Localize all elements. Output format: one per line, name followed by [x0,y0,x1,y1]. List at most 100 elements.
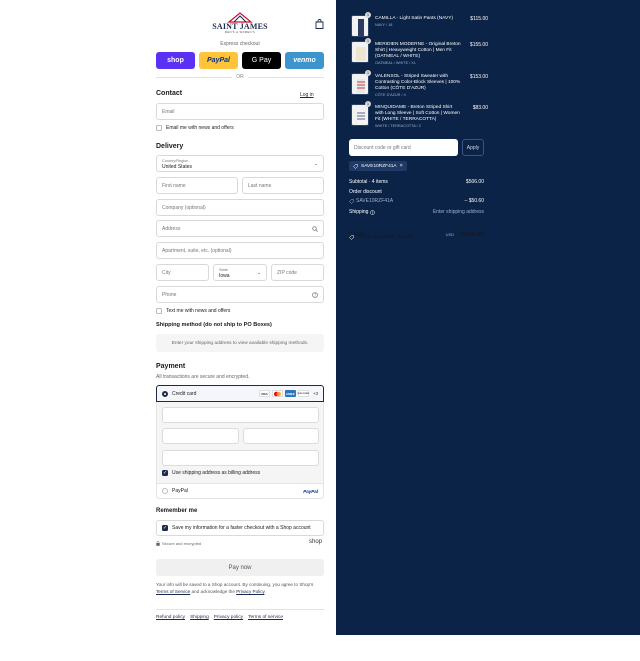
login-link[interactable]: Log in [300,92,314,98]
card-number-field[interactable] [162,407,319,423]
discount-code-row: SAVE10RZF41A – $50.60 [349,198,484,204]
product-price: $153.00 [469,74,488,80]
mastercard-icon [271,390,283,397]
more-cards-count: +3 [312,391,318,396]
address-field[interactable]: Address [156,220,324,237]
terms-link[interactable]: Terms of Service [156,589,190,594]
apply-discount-button[interactable]: Apply [462,139,484,156]
product-thumbnail [351,73,369,95]
quantity-badge: 1 [365,12,371,18]
legal-text: Your info will be saved to a Shop accoun… [156,582,314,594]
product-thumbnail [351,104,369,126]
shopping-bag-icon[interactable] [315,19,324,29]
tag-icon [349,198,354,204]
cart-item: 1 MINQUIDAME - Breton Striped Shirt with… [351,101,488,128]
discover-icon: DISCOVER [298,390,309,397]
text-news-checkbox[interactable] [156,308,162,314]
payment-subtitle: All transactions are secure and encrypte… [156,374,250,380]
phone-field[interactable]: Phone ? [156,286,324,303]
zip-field[interactable]: ZIP code [271,264,324,281]
savings-value: $50.60 [398,235,413,240]
total-savings: TOTAL SAVINGS $50.60 [349,235,413,240]
google-pay-button[interactable]: G Pay [242,52,281,69]
shipping-row: Shipping ? Enter shipping address [349,209,484,215]
visa-icon: VISA [258,390,270,397]
lock-icon [156,541,160,546]
shipping-link[interactable]: Shipping [190,615,209,620]
refund-policy-link[interactable]: Refund policy [156,615,185,620]
city-field[interactable]: City [156,264,209,281]
paypal-button[interactable]: PayPal [199,52,238,69]
pay-now-button[interactable]: Pay now [156,559,324,576]
product-name: MERIDIEN MODERNE - Original Breton Shirt… [375,42,461,59]
name-on-card-field[interactable] [162,450,319,466]
paypal-label: PayPal [172,488,188,494]
paypal-option[interactable]: PayPal PayPal [156,483,324,499]
svg-text:?: ? [372,210,374,214]
product-name: VALENSOL - Striped Sweater with Contrast… [375,74,461,91]
billing-same-checkbox[interactable]: ✓ [162,470,168,476]
first-name-field[interactable]: First name [156,177,238,194]
expiration-field[interactable] [162,428,239,444]
brand-sub: MEN'S & WOMEN'S [224,31,256,34]
amex-icon: AMEX [284,390,296,397]
product-price: $155.00 [469,42,488,48]
subtotal-label: Subtotal · 4 items [349,179,388,185]
discount-code-label: SAVE10RZF41A [356,198,394,204]
remove-discount-icon[interactable]: × [400,163,403,169]
billing-same-row[interactable]: ✓ Use shipping address as billing addres… [162,470,260,476]
product-thumbnail [351,15,369,37]
search-icon [312,225,318,232]
contact-title: Contact [156,90,183,97]
paypal-radio[interactable] [162,488,168,494]
tag-icon [349,235,354,240]
credit-card-option[interactable]: Credit card VISA AMEX DISCOVER +3 [156,385,324,402]
shop-pay-button[interactable]: shop [156,52,195,69]
chevron-down-icon: ⌄ [256,269,261,276]
privacy-link[interactable]: Privacy Policy [236,589,264,594]
brand-logo[interactable]: SAINT JAMES MEN'S & WOMEN'S [212,12,268,38]
email-news-checkbox-row[interactable]: Email me with news and offers [156,125,234,131]
save-info-checkbox[interactable]: ✓ [162,525,168,531]
help-circle-icon[interactable]: ? [312,291,318,298]
help-circle-icon[interactable]: ? [370,209,376,215]
savings-label: TOTAL SAVINGS [357,235,396,240]
card-brands: VISA AMEX DISCOVER +3 [258,390,318,397]
express-checkout-buttons: shop PayPal G Pay venmo [156,52,324,69]
terms-of-service-link[interactable]: Terms of service [248,615,283,620]
product-variant: OATMEAL / WHITE / XL [375,61,416,65]
product-variant: NAVY / 18 [375,23,393,27]
product-variant: WHITE / TERRACOTTA / 2 [375,124,421,128]
country-select[interactable]: Country/Region United States ⌄ [156,155,324,172]
delivery-title: Delivery [156,143,184,150]
credit-card-radio[interactable] [162,390,168,397]
product-name: CAMILLA - Light Satin Pants (NAVY) [375,16,454,21]
shipping-value: Enter shipping address [432,209,484,215]
text-news-checkbox-row[interactable]: Text me with news and offers [156,308,230,314]
discount-chip: SAVE10RZF41A × [349,161,407,171]
cart-item: 1 MERIDIEN MODERNE - Original Breton Shi… [351,38,488,65]
privacy-policy-link[interactable]: Privacy policy [214,615,243,620]
quantity-badge: 1 [365,101,371,107]
brand-name: SAINT JAMES [212,22,268,31]
venmo-button[interactable]: venmo [285,52,324,69]
state-select[interactable]: State Iowa ⌄ [213,264,267,281]
cart-item: 1 VALENSOL - Striped Sweater with Contra… [351,70,488,97]
remember-me-option[interactable]: ✓ Save my information for a faster check… [156,520,324,536]
cart-item: 1 CAMILLA - Light Satin Pants (NAVY) NAV… [351,12,488,39]
email-news-checkbox[interactable] [156,125,162,131]
security-code-field[interactable] [243,428,319,444]
email-field[interactable]: Email [156,103,324,120]
company-field[interactable]: Company (optional) [156,199,324,216]
discount-code-input[interactable]: Discount code or gift card [349,139,458,156]
save-info-label: Save my information for a faster checkou… [172,525,311,531]
apartment-field[interactable]: Apartment, suite, etc. (optional) [156,242,324,259]
chevron-down-icon: ⌄ [313,160,318,167]
last-name-field[interactable]: Last name [242,177,324,194]
footer-divider [156,609,324,610]
secure-note: Secure and encrypted [156,541,201,546]
product-name: MINQUIDAME - Breton Striped Shirt with L… [375,105,460,122]
shipping-method-message: Enter your shipping address to view avai… [156,334,324,352]
total-value: $455.40 [460,231,485,238]
credit-card-label: Credit card [172,390,197,397]
